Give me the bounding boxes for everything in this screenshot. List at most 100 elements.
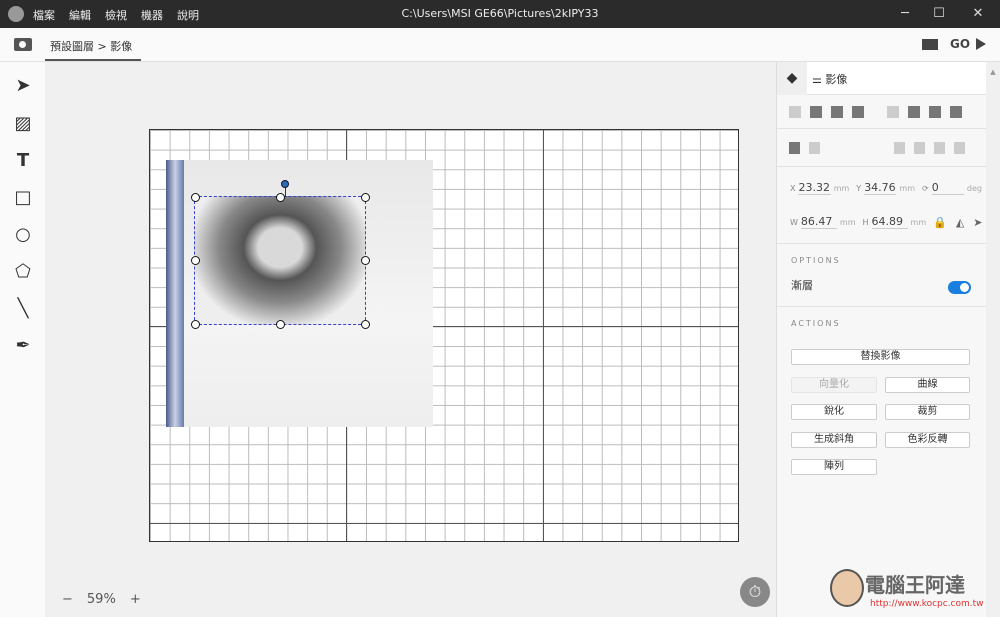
menu-edit[interactable]: 編輯: [69, 7, 91, 23]
actions-section: ACTIONS 替換影像 向量化 曲線 銳化 裁剪 生成斜角 色彩反轉 陣列: [777, 307, 986, 487]
send-back-icon[interactable]: [893, 141, 905, 154]
align-bottom-icon[interactable]: [852, 105, 864, 118]
breadcrumb-tab[interactable]: 預設圖層 > 影像: [45, 28, 141, 61]
image-edge-strip: [166, 160, 184, 427]
zoom-level: 59%: [86, 592, 116, 607]
actions-heading: ACTIONS: [791, 319, 841, 328]
transform-section: X 23.32 mm Y 34.76 mm ⟳ 0 deg W 86.47 mm H 64.89 m…: [777, 167, 986, 244]
align-row: [777, 95, 986, 129]
unit: mm: [899, 183, 915, 193]
lock-icon[interactable]: 🔒: [933, 216, 947, 229]
resize-handle[interactable]: [360, 256, 370, 265]
vectorize-button[interactable]: 向量化: [791, 377, 877, 393]
w-label: W: [790, 217, 798, 227]
menu-bar: 檔案 編輯 檢視 機器 說明: [33, 7, 199, 23]
zoom-in-button[interactable]: +: [130, 592, 141, 607]
image-tool-icon[interactable]: ▨: [13, 114, 33, 134]
rotate-handle-stem: [285, 187, 286, 197]
title-bar: 檔案 編輯 檢視 機器 說明 C:\Users\MSI GE66\Picture…: [0, 0, 1000, 28]
line-tool-icon[interactable]: ╲: [13, 299, 33, 319]
rotation-label: ⟳: [922, 183, 929, 193]
tab-image-label: 影像: [825, 73, 848, 86]
rotate-handle[interactable]: [281, 180, 289, 188]
tool-sidebar: ➤ ▨ T □ ○ ⬠ ╲ ✒: [0, 62, 45, 617]
zoom-out-button[interactable]: −: [62, 592, 73, 607]
text-tool-icon[interactable]: T: [13, 151, 33, 171]
crop-button[interactable]: 裁剪: [885, 404, 970, 420]
options-heading: OPTIONS: [791, 256, 841, 265]
flip-vertical-icon[interactable]: ➤: [973, 216, 982, 229]
curves-button[interactable]: 曲線: [885, 377, 970, 393]
gradient-toggle[interactable]: [948, 281, 971, 294]
x-input[interactable]: 23.32: [798, 181, 831, 195]
timer-icon[interactable]: ⏱: [740, 577, 770, 607]
design-canvas[interactable]: [149, 129, 739, 542]
watermark-logo: 電腦王阿達 http://www.kocpc.com.tw: [830, 565, 1000, 615]
pen-tool-icon[interactable]: ✒: [13, 336, 33, 356]
bring-forward-icon[interactable]: [933, 141, 945, 154]
sharpen-button[interactable]: 銳化: [791, 404, 877, 420]
flip-horizontal-icon[interactable]: ◭: [956, 216, 964, 229]
properties-panel: ◆ ⚌ 影像 X 23.32 mm Y 34.76 mm ⟳ 0 deg W 86.47 mm …: [776, 62, 986, 617]
ellipse-tool-icon[interactable]: ○: [13, 225, 33, 245]
maximize-button[interactable]: ☐: [929, 4, 949, 24]
device-icon[interactable]: [922, 39, 938, 50]
polygon-tool-icon[interactable]: ⬠: [13, 262, 33, 282]
ungroup-icon[interactable]: [809, 141, 821, 154]
close-button[interactable]: ✕: [968, 4, 988, 24]
resize-handle[interactable]: [190, 319, 200, 329]
sliders-icon: ⚌: [812, 73, 826, 86]
bring-front-icon[interactable]: [953, 141, 966, 154]
arrange-row: [777, 129, 986, 167]
align-distribute-icon[interactable]: [789, 105, 801, 118]
send-backward-icon[interactable]: [913, 141, 925, 154]
layers-icon[interactable]: ◆: [777, 62, 807, 95]
array-button[interactable]: 陣列: [791, 459, 877, 475]
resize-handle[interactable]: [360, 319, 370, 329]
menu-file[interactable]: 檔案: [33, 7, 55, 23]
align-center-icon[interactable]: [929, 105, 941, 118]
resize-handle[interactable]: [275, 319, 285, 329]
play-icon[interactable]: [976, 38, 986, 50]
selection-box[interactable]: [190, 180, 370, 329]
tab-image[interactable]: ⚌ 影像: [812, 71, 847, 87]
resize-handle[interactable]: [275, 192, 285, 202]
menu-view[interactable]: 檢視: [105, 7, 127, 23]
align-hdistribute-icon[interactable]: [887, 105, 899, 118]
select-arrow-icon[interactable]: ➤: [13, 76, 33, 96]
panel-scrollbar[interactable]: ▲: [986, 62, 1000, 617]
go-button[interactable]: GO: [950, 37, 970, 51]
menu-help[interactable]: 說明: [177, 7, 199, 23]
bevel-button[interactable]: 生成斜角: [791, 432, 877, 448]
height-input[interactable]: 64.89: [871, 215, 908, 229]
options-section: OPTIONS 漸層: [777, 244, 986, 307]
resize-handle[interactable]: [190, 256, 200, 265]
x-label: X: [790, 183, 796, 193]
toolbar: 預設圖層 > 影像 GO: [0, 28, 1000, 62]
panel-tabs: ◆ ⚌ 影像: [777, 62, 986, 95]
app-logo-icon: [8, 6, 24, 22]
align-middle-icon[interactable]: [831, 105, 843, 118]
rectangle-tool-icon[interactable]: □: [13, 188, 33, 208]
canvas-workspace[interactable]: − 59% + ⏱: [45, 62, 776, 617]
width-input[interactable]: 86.47: [800, 215, 837, 229]
resize-handle[interactable]: [190, 192, 200, 202]
replace-image-button[interactable]: 替換影像: [791, 349, 970, 365]
align-top-icon[interactable]: [810, 105, 822, 118]
unit: mm: [839, 217, 856, 227]
align-left-icon[interactable]: [908, 105, 920, 118]
y-input[interactable]: 34.76: [864, 181, 897, 195]
grid-major-line: [150, 523, 738, 524]
unit: deg: [966, 183, 982, 193]
group-icon[interactable]: [789, 141, 801, 154]
rotation-input[interactable]: 0: [931, 181, 964, 195]
align-right-icon[interactable]: [950, 105, 962, 118]
resize-handle[interactable]: [360, 192, 370, 202]
y-label: Y: [856, 183, 862, 193]
unit: mm: [910, 217, 927, 227]
minimize-button[interactable]: ─: [895, 4, 915, 24]
invert-button[interactable]: 色彩反轉: [885, 432, 970, 448]
zoom-control: − 59% +: [62, 592, 141, 607]
menu-machine[interactable]: 機器: [141, 7, 163, 23]
camera-icon[interactable]: [14, 38, 32, 51]
